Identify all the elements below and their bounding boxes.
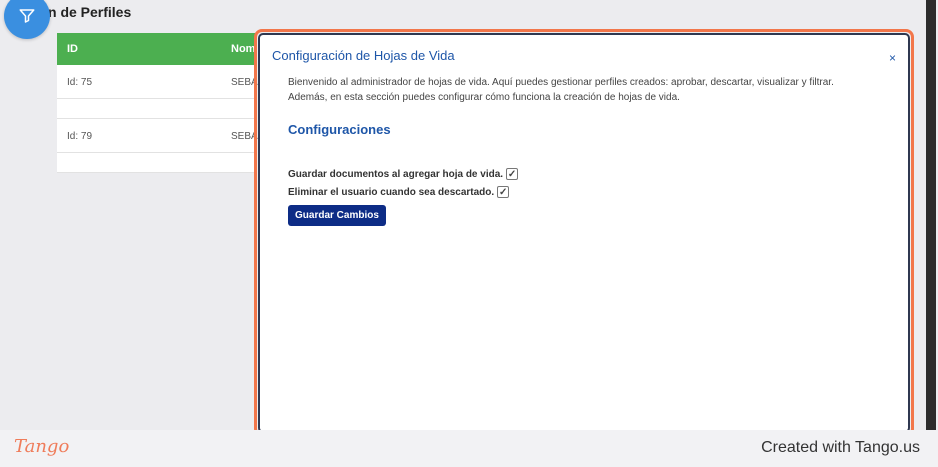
- table-row[interactable]: Id: 79 SEBA: [57, 119, 258, 153]
- scrollbar[interactable]: [926, 0, 936, 430]
- intro-line-2: Además, en esta sección puedes configura…: [288, 92, 680, 103]
- save-documents-checkbox[interactable]: ✓: [506, 168, 519, 180]
- profiles-table: ID Nom Id: 75 SEBA Id: 79 SEBA: [57, 33, 258, 173]
- filter-icon: [19, 9, 35, 23]
- intro-line-1: Bienvenido al administrador de hojas de …: [288, 77, 834, 88]
- cell-id: Id: 79: [67, 131, 93, 142]
- table-header: ID Nom: [57, 33, 257, 65]
- column-header-id: ID: [67, 43, 78, 55]
- option-label: Guardar documentos al agregar hoja de vi…: [288, 168, 504, 180]
- close-icon[interactable]: ×: [889, 51, 896, 65]
- tango-logo: Tango: [14, 436, 70, 457]
- save-changes-button[interactable]: Guardar Cambios: [288, 205, 386, 226]
- created-with-text: Created with Tango.us: [761, 439, 920, 456]
- column-header-name: Nom: [231, 43, 256, 55]
- option-delete-user[interactable]: Eliminar el usuario cuando sea descartad…: [288, 186, 510, 198]
- table-row[interactable]: Id: 75 SEBA: [57, 65, 258, 99]
- table-row-spacer: [57, 99, 257, 119]
- settings-modal: Configuración de Hojas de Vida × Bienven…: [258, 33, 910, 433]
- section-title: Configuraciones: [288, 122, 391, 137]
- table-row-spacer: [57, 153, 257, 173]
- cell-id: Id: 75: [67, 77, 93, 88]
- delete-user-checkbox[interactable]: ✓: [497, 186, 510, 198]
- page-title: n de Perfiles: [48, 4, 132, 20]
- modal-intro: Bienvenido al administrador de hojas de …: [288, 75, 888, 105]
- modal-title: Configuración de Hojas de Vida: [272, 48, 455, 63]
- footer: Tango Created with Tango.us: [0, 430, 938, 467]
- option-label: Eliminar el usuario cuando sea descartad…: [288, 186, 495, 198]
- option-save-documents[interactable]: Guardar documentos al agregar hoja de vi…: [288, 168, 519, 180]
